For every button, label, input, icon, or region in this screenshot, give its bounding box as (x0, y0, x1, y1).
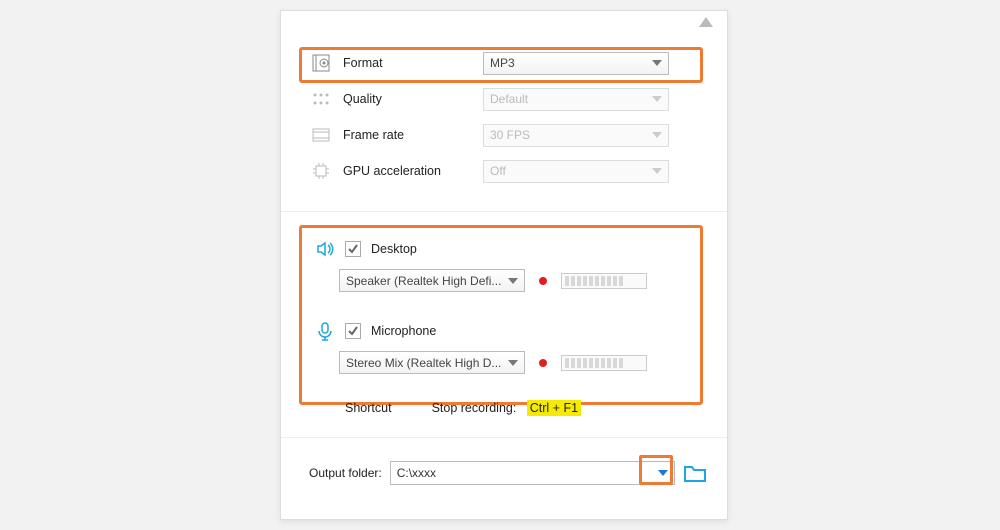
stop-recording-hotkey: Ctrl + F1 (527, 400, 581, 416)
format-icon (309, 54, 333, 72)
format-row: Format MP3 (281, 45, 727, 81)
desktop-checkbox[interactable] (345, 241, 361, 257)
chevron-down-icon[interactable] (658, 470, 668, 476)
desktop-audio-block: Desktop Speaker (Realtek High Defi... (281, 231, 727, 313)
mic-device-select[interactable]: Stereo Mix (Realtek High D... (339, 351, 525, 374)
desktop-device-select[interactable]: Speaker (Realtek High Defi... (339, 269, 525, 292)
output-folder-value: C:\xxxx (397, 466, 436, 480)
quality-row: Quality Default (281, 81, 727, 117)
mic-device-value: Stereo Mix (Realtek High D... (346, 356, 501, 370)
collapse-arrow-icon[interactable] (699, 17, 713, 27)
chevron-down-icon (652, 60, 662, 66)
gpu-value: Off (490, 164, 506, 178)
shortcut-row: Shortcut Stop recording: Ctrl + F1 (281, 401, 727, 415)
chevron-down-icon (652, 168, 662, 174)
quality-select: Default (483, 88, 669, 111)
desktop-label: Desktop (371, 242, 417, 256)
chevron-down-icon (652, 132, 662, 138)
gpu-icon (309, 162, 333, 180)
record-indicator-icon (539, 359, 547, 367)
shortcut-label: Shortcut (345, 401, 392, 415)
microphone-icon (315, 321, 335, 341)
output-folder-row: Output folder: C:\xxxx (281, 447, 727, 485)
format-select[interactable]: MP3 (483, 52, 669, 75)
settings-panel: Format MP3 Quality Default (280, 10, 728, 520)
quality-icon (309, 92, 333, 106)
format-label: Format (333, 56, 483, 70)
browse-folder-icon[interactable] (683, 463, 707, 483)
mic-vu-meter (561, 355, 647, 371)
chevron-down-icon (508, 360, 518, 366)
record-indicator-icon (539, 277, 547, 285)
mic-label: Microphone (371, 324, 436, 338)
desktop-device-value: Speaker (Realtek High Defi... (346, 274, 501, 288)
output-folder-label: Output folder: (309, 466, 382, 480)
quality-value: Default (490, 92, 528, 106)
stop-recording-label: Stop recording: (432, 401, 517, 415)
framerate-icon (309, 128, 333, 142)
video-settings-section: Format MP3 Quality Default (281, 45, 727, 209)
framerate-value: 30 FPS (490, 128, 530, 142)
framerate-select: 30 FPS (483, 124, 669, 147)
desktop-vu-meter (561, 273, 647, 289)
chevron-down-icon (652, 96, 662, 102)
speaker-icon (315, 239, 335, 259)
divider (281, 211, 727, 212)
chevron-down-icon (508, 278, 518, 284)
format-value: MP3 (490, 56, 515, 70)
output-folder-input[interactable]: C:\xxxx (390, 461, 675, 485)
framerate-label: Frame rate (333, 128, 483, 142)
divider (281, 437, 727, 438)
quality-label: Quality (333, 92, 483, 106)
gpu-select: Off (483, 160, 669, 183)
framerate-row: Frame rate 30 FPS (281, 117, 727, 153)
audio-section: Desktop Speaker (Realtek High Defi... (281, 231, 727, 395)
mic-audio-block: Microphone Stereo Mix (Realtek High D... (281, 313, 727, 395)
gpu-row: GPU acceleration Off (281, 153, 727, 189)
mic-checkbox[interactable] (345, 323, 361, 339)
gpu-label: GPU acceleration (333, 164, 483, 178)
